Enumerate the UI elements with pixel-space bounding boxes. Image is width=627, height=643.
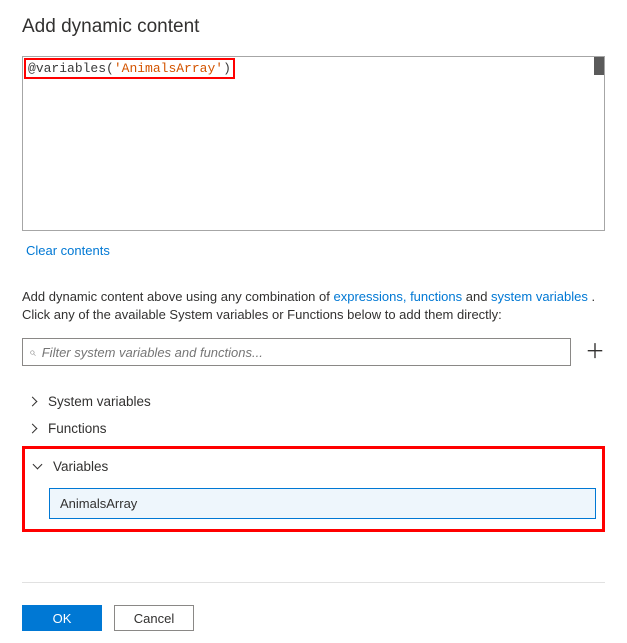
system-variables-link[interactable]: system variables: [491, 289, 588, 304]
info-between: and: [466, 289, 491, 304]
search-icon: ⌕: [29, 345, 36, 360]
category-system-variables[interactable]: System variables: [22, 388, 605, 415]
category-functions[interactable]: Functions: [22, 415, 605, 442]
button-bar: OK Cancel: [22, 582, 605, 631]
info-text: Add dynamic content above using any comb…: [22, 288, 605, 324]
chevron-right-icon: [26, 422, 40, 436]
variables-group-highlight: Variables AnimalsArray: [22, 446, 605, 532]
cancel-button[interactable]: Cancel: [114, 605, 194, 631]
expression-text: @variables('AnimalsArray'): [28, 61, 231, 76]
variable-item-animalsarray[interactable]: AnimalsArray: [49, 488, 596, 519]
category-variables[interactable]: Variables: [31, 453, 596, 480]
chevron-right-icon: [26, 395, 40, 409]
ok-button[interactable]: OK: [22, 605, 102, 631]
info-prefix: Add dynamic content above using any comb…: [22, 289, 333, 304]
expression-highlight: @variables('AnimalsArray'): [24, 58, 235, 79]
category-label: System variables: [48, 394, 151, 409]
category-label: Functions: [48, 421, 107, 436]
add-button[interactable]: ＋: [585, 342, 605, 362]
expression-editor[interactable]: @variables('AnimalsArray'): [22, 56, 605, 231]
page-title: Add dynamic content: [22, 16, 605, 38]
clear-contents-link[interactable]: Clear contents: [26, 243, 110, 258]
expressions-functions-link[interactable]: expressions, functions: [333, 289, 462, 304]
category-label: Variables: [53, 459, 108, 474]
chevron-down-icon: [31, 460, 45, 474]
editor-scrollbar[interactable]: [594, 57, 604, 75]
filter-input[interactable]: [42, 345, 564, 360]
info-line2: Click any of the available System variab…: [22, 307, 502, 322]
filter-input-wrapper[interactable]: ⌕: [22, 338, 571, 366]
info-period: .: [591, 289, 595, 304]
